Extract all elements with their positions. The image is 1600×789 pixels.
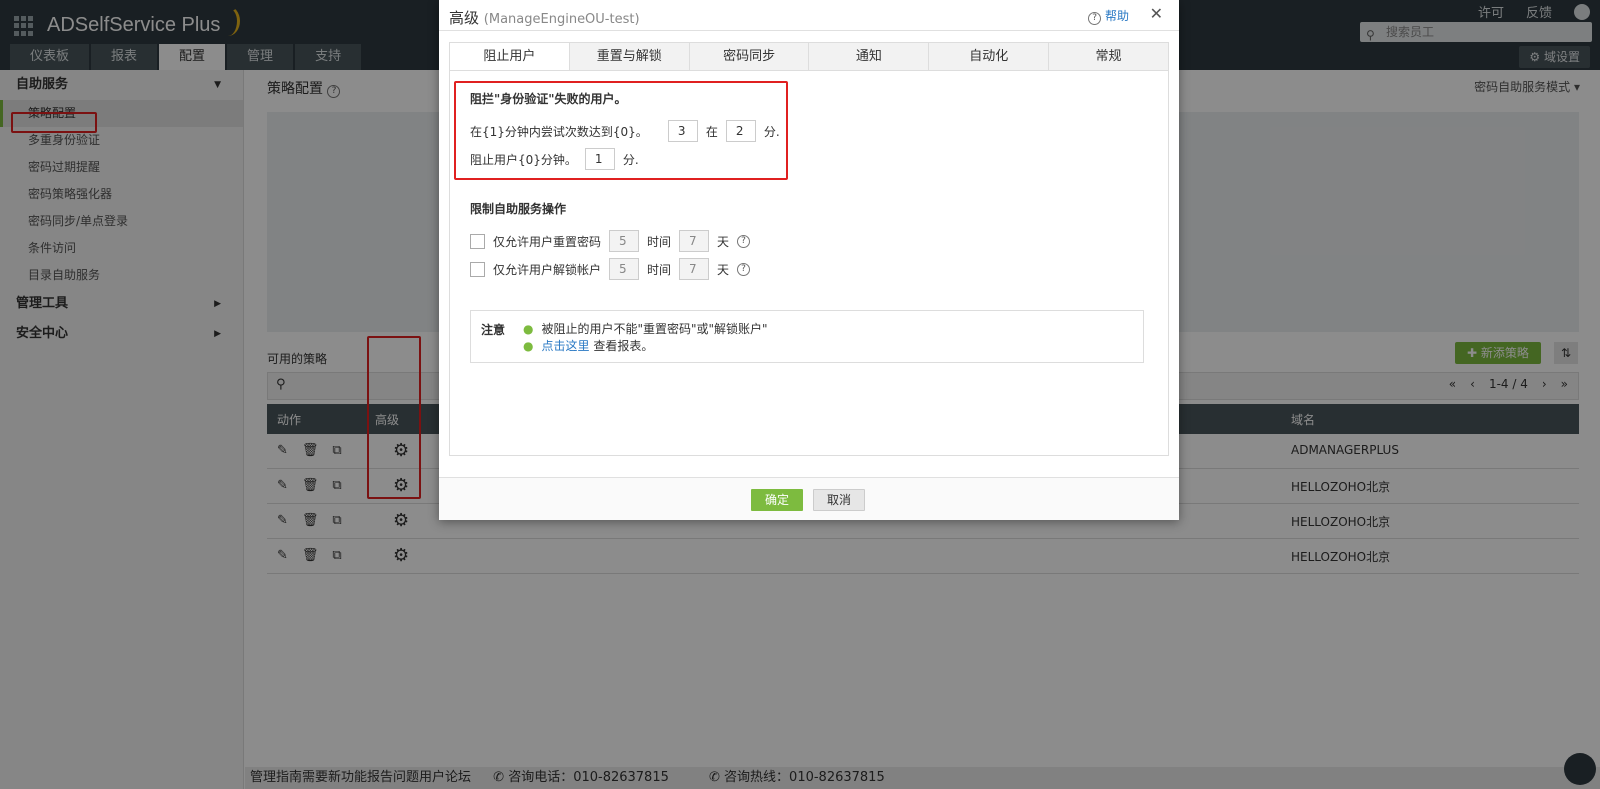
help-icon[interactable]: ? <box>737 234 751 248</box>
tab-notification[interactable]: 通知 <box>809 43 930 70</box>
unlock-limit-label: 仅允许用户解锁帐户 <box>493 262 602 277</box>
unlock-count-input[interactable]: 5 <box>609 258 640 280</box>
day-label: 天 <box>717 262 730 277</box>
dialog-help-link[interactable]: ? 帮助 <box>1088 7 1129 25</box>
ok-button[interactable]: 确定 <box>751 489 803 511</box>
dialog-tabs: 阻止用户 重置与解锁 密码同步 通知 自动化 常规 <box>449 42 1169 71</box>
tab-automation[interactable]: 自动化 <box>929 43 1050 70</box>
help-icon: ? <box>1088 12 1102 25</box>
note-label: 注意 <box>481 323 506 337</box>
time-label: 时间 <box>647 234 672 249</box>
note-item-text: 查看报表。 <box>589 339 654 353</box>
limit-section-title: 限制自助服务操作 <box>470 202 567 216</box>
dialog-title-text: 高级 <box>449 9 480 27</box>
reset-days-input[interactable]: 7 <box>679 230 710 252</box>
dialog-title: 高级 (ManageEngineOU-test) <box>449 7 640 28</box>
note-item: ● 点击这里 查看报表。 <box>523 339 654 353</box>
dialog-help-label: 帮助 <box>1104 9 1129 23</box>
click-here-link[interactable]: 点击这里 <box>541 339 589 353</box>
time-label: 时间 <box>647 262 672 277</box>
dialog-subtitle: (ManageEngineOU-test) <box>483 12 640 27</box>
unlock-limit-line: 仅允许用户解锁帐户 5 时间 7 天 ? <box>470 258 751 280</box>
cancel-button[interactable]: 取消 <box>813 489 865 511</box>
block-settings-highlight-box <box>454 81 788 180</box>
unlock-days-input[interactable]: 7 <box>679 258 710 280</box>
unlock-limit-checkbox[interactable] <box>470 261 485 277</box>
reset-limit-label: 仅允许用户重置密码 <box>493 234 602 249</box>
note-item-text: 被阻止的用户不能"重置密码"或"解锁账户" <box>541 322 768 336</box>
close-icon[interactable]: ✕ <box>1150 4 1163 23</box>
reset-count-input[interactable]: 5 <box>609 230 640 252</box>
reset-limit-checkbox[interactable] <box>470 233 485 249</box>
help-icon[interactable]: ? <box>737 262 751 276</box>
tab-password-sync[interactable]: 密码同步 <box>690 43 810 70</box>
dialog-footer: 确定 取消 <box>439 477 1179 520</box>
advanced-dialog: 高级 (ManageEngineOU-test) ? 帮助 ✕ 阻止用户 重置与… <box>439 0 1179 520</box>
reset-limit-line: 仅允许用户重置密码 5 时间 7 天 ? <box>470 230 751 252</box>
day-label: 天 <box>717 234 730 249</box>
tab-reset-unlock[interactable]: 重置与解锁 <box>570 43 690 70</box>
tab-general[interactable]: 常规 <box>1049 43 1168 70</box>
dialog-divider <box>439 30 1179 31</box>
note-box: 注意 ● 被阻止的用户不能"重置密码"或"解锁账户" ● 点击这里 查看报表。 <box>470 310 1144 363</box>
note-item: ● 被阻止的用户不能"重置密码"或"解锁账户" <box>523 322 768 336</box>
tab-block-users[interactable]: 阻止用户 <box>450 43 570 70</box>
